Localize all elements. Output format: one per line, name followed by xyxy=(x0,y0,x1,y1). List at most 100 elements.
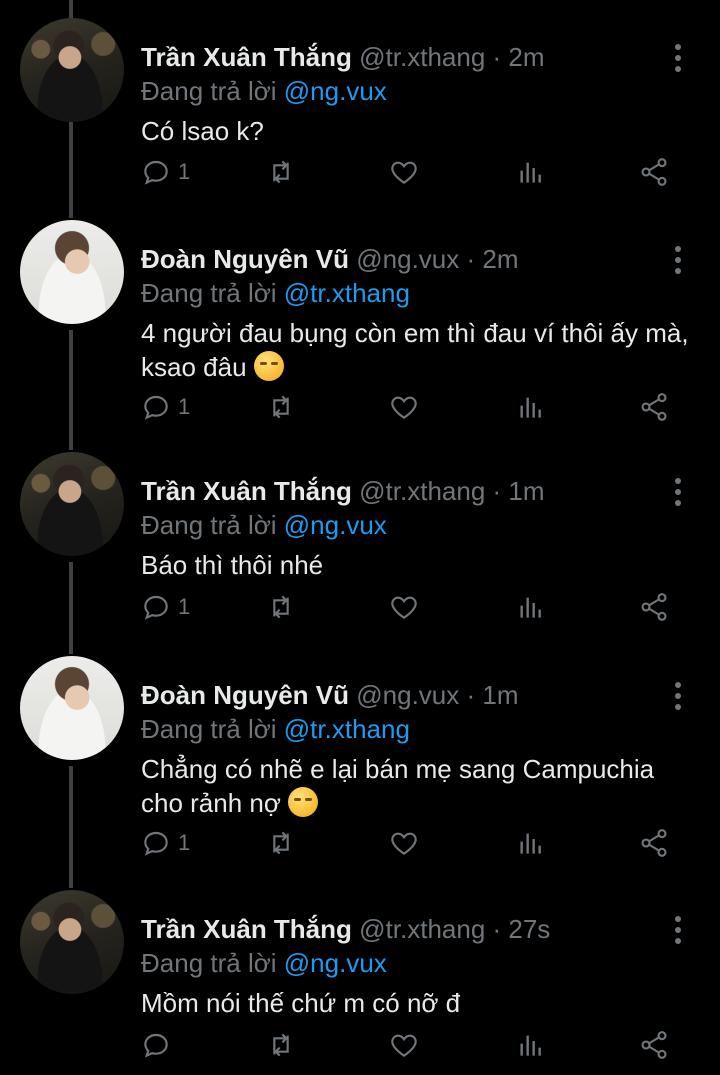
author-handle: @ng.vux · 2m xyxy=(356,244,519,274)
replying-to-label: Đang trả lời xyxy=(141,278,284,308)
share-button[interactable] xyxy=(638,1028,670,1062)
reply-button[interactable]: 1 xyxy=(140,826,190,860)
analytics-icon xyxy=(520,397,541,418)
avatar[interactable] xyxy=(20,890,124,994)
reply-mention-link[interactable]: @ng.vux xyxy=(284,510,387,540)
reply-icon xyxy=(144,160,168,185)
face-with-rolling-eyes-emoji xyxy=(253,351,284,381)
tweet[interactable]: Trần Xuân Thắng @tr.xthang · 27s Đang tr… xyxy=(0,890,720,1075)
tweet[interactable]: Đoàn Nguyên Vũ @ng.vux · 2m Đang trả lời… xyxy=(0,220,720,450)
retweet-icon xyxy=(273,395,289,419)
reply-count: 1 xyxy=(178,594,191,619)
more-options-icon[interactable] xyxy=(668,246,688,274)
retweet-button[interactable] xyxy=(265,155,297,189)
views-button[interactable] xyxy=(515,826,547,860)
replying-to-label: Đang trả lời xyxy=(141,76,284,106)
reply-icon xyxy=(144,1033,168,1058)
reply-mention-link[interactable]: @tr.xthang xyxy=(284,714,410,744)
share-icon xyxy=(641,1031,667,1059)
replying-to-label: Đang trả lời xyxy=(141,714,284,744)
retweet-button[interactable] xyxy=(265,590,297,624)
reply-button[interactable] xyxy=(140,1028,178,1062)
tweet-text: Báo thì thôi nhé xyxy=(141,548,696,582)
more-options-icon[interactable] xyxy=(668,478,688,506)
share-button[interactable] xyxy=(638,590,670,624)
tweet-header: Trần Xuân Thắng @tr.xthang · 27s xyxy=(141,912,660,946)
reply-button[interactable]: 1 xyxy=(140,155,190,189)
reply-icon xyxy=(144,395,168,420)
like-button[interactable] xyxy=(388,826,420,860)
reply-mention-link[interactable]: @ng.vux xyxy=(284,76,387,106)
retweet-icon xyxy=(273,160,289,184)
tweet[interactable]: Trần Xuân Thắng @tr.xthang · 1m Đang trả… xyxy=(0,452,720,652)
author-name[interactable]: Trần Xuân Thắng xyxy=(141,42,352,72)
reply-button[interactable]: 1 xyxy=(140,590,190,624)
tweet-actions xyxy=(140,1028,670,1062)
replying-to-label: Đang trả lời xyxy=(141,948,284,978)
retweet-button[interactable] xyxy=(265,390,297,424)
tweet-actions: 1 xyxy=(140,155,670,189)
share-button[interactable] xyxy=(638,826,670,860)
tweet-header: Đoàn Nguyên Vũ @ng.vux · 2m xyxy=(141,242,660,276)
views-button[interactable] xyxy=(515,1028,547,1062)
tweet-text-content: 4 người đau bụng còn em thì đau ví thôi … xyxy=(141,318,689,382)
tweet-actions: 1 xyxy=(140,390,670,424)
heart-icon xyxy=(391,832,417,855)
like-button[interactable] xyxy=(388,1028,420,1062)
more-options-icon[interactable] xyxy=(668,916,688,944)
heart-icon xyxy=(391,1034,417,1057)
author-name[interactable]: Trần Xuân Thắng xyxy=(141,476,352,506)
replying-to: Đang trả lời @ng.vux xyxy=(141,946,387,980)
tweet-text-content: Chẳng có nhẽ e lại bán mẹ sang Campuchia… xyxy=(141,754,655,818)
heart-icon xyxy=(391,161,417,184)
replying-to: Đang trả lời @tr.xthang xyxy=(141,276,410,310)
like-button[interactable] xyxy=(388,590,420,624)
analytics-icon xyxy=(520,597,541,618)
share-button[interactable] xyxy=(638,390,670,424)
heart-icon xyxy=(391,596,417,619)
thread-line xyxy=(69,0,73,18)
avatar[interactable] xyxy=(20,220,124,324)
reply-icon xyxy=(144,831,168,856)
more-options-icon[interactable] xyxy=(668,682,688,710)
tweet[interactable]: Đoàn Nguyên Vũ @ng.vux · 1m Đang trả lời… xyxy=(0,656,720,886)
tweet-actions: 1 xyxy=(140,826,670,860)
views-button[interactable] xyxy=(515,390,547,424)
reply-button[interactable]: 1 xyxy=(140,390,190,424)
like-button[interactable] xyxy=(388,155,420,189)
share-button[interactable] xyxy=(638,155,670,189)
tweet[interactable]: Trần Xuân Thắng @tr.xthang · 2m Đang trả… xyxy=(0,18,720,208)
tweet-header: Trần Xuân Thắng @tr.xthang · 1m xyxy=(141,474,660,508)
tweet-text-content: Có lsao k? xyxy=(141,116,264,146)
replying-to: Đang trả lời @ng.vux xyxy=(141,508,387,542)
views-button[interactable] xyxy=(515,590,547,624)
author-name[interactable]: Trần Xuân Thắng xyxy=(141,914,352,944)
author-name[interactable]: Đoàn Nguyên Vũ xyxy=(141,244,349,274)
share-icon xyxy=(641,393,667,421)
share-icon xyxy=(641,158,667,186)
retweet-button[interactable] xyxy=(265,826,297,860)
analytics-icon xyxy=(520,1035,541,1056)
avatar[interactable] xyxy=(20,452,124,556)
more-options-icon[interactable] xyxy=(668,44,688,72)
tweet-text: Chẳng có nhẽ e lại bán mẹ sang Campuchia… xyxy=(141,752,696,820)
like-button[interactable] xyxy=(388,390,420,424)
tweet-text: 4 người đau bụng còn em thì đau ví thôi … xyxy=(141,316,696,384)
tweet-header: Đoàn Nguyên Vũ @ng.vux · 1m xyxy=(141,678,660,712)
avatar[interactable] xyxy=(20,656,124,760)
tweet-text-content: Báo thì thôi nhé xyxy=(141,550,324,580)
author-name[interactable]: Đoàn Nguyên Vũ xyxy=(141,680,349,710)
heart-icon xyxy=(391,396,417,419)
analytics-icon xyxy=(520,162,541,183)
reply-count: 1 xyxy=(178,830,191,855)
reply-mention-link[interactable]: @tr.xthang xyxy=(284,278,410,308)
avatar[interactable] xyxy=(20,18,124,122)
author-handle: @tr.xthang · 2m xyxy=(359,42,545,72)
reply-mention-link[interactable]: @ng.vux xyxy=(284,948,387,978)
retweet-button[interactable] xyxy=(265,1028,297,1062)
share-icon xyxy=(641,829,667,857)
share-icon xyxy=(641,593,667,621)
views-button[interactable] xyxy=(515,155,547,189)
smiling-face-emoji xyxy=(288,787,319,817)
reply-count: 1 xyxy=(178,394,191,419)
